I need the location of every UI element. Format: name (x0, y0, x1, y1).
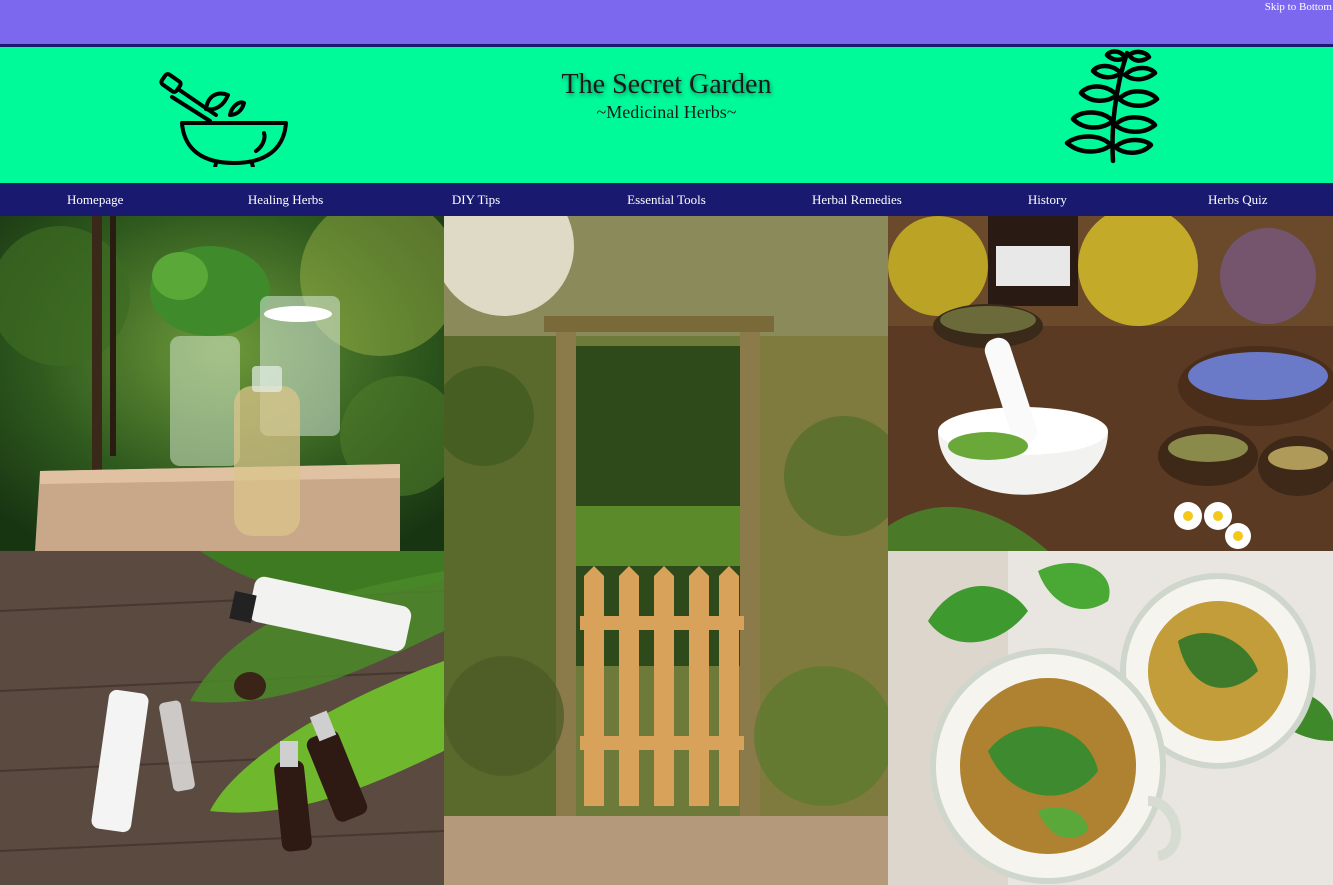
skip-to-bottom-link[interactable]: Skip to Bottom (1265, 1, 1332, 13)
nav-homepage[interactable]: Homepage (0, 183, 190, 216)
herbs-in-glass-vases-photo (0, 216, 444, 551)
nav-herbal-remedies[interactable]: Herbal Remedies (762, 183, 952, 216)
nav-essential-tools[interactable]: Essential Tools (571, 183, 761, 216)
nav-healing-herbs[interactable]: Healing Herbs (190, 183, 380, 216)
main-nav: Homepage Healing Herbs DIY Tips Essentia… (0, 183, 1333, 216)
skincare-bottles-photo (0, 551, 444, 885)
nav-diy-tips[interactable]: DIY Tips (381, 183, 571, 216)
herb-sprig-icon (1057, 49, 1167, 172)
nav-history[interactable]: History (952, 183, 1142, 216)
site-header: The Secret Garden ~Medicinal Herbs~ (0, 47, 1333, 183)
mortar-and-herbs-photo (888, 216, 1333, 551)
herbal-tea-cups-photo (888, 551, 1333, 885)
photo-gallery (0, 216, 1333, 885)
garden-gate-photo (444, 216, 888, 885)
nav-herbs-quiz[interactable]: Herbs Quiz (1143, 183, 1333, 216)
top-bar: Skip to Bottom (0, 0, 1333, 47)
